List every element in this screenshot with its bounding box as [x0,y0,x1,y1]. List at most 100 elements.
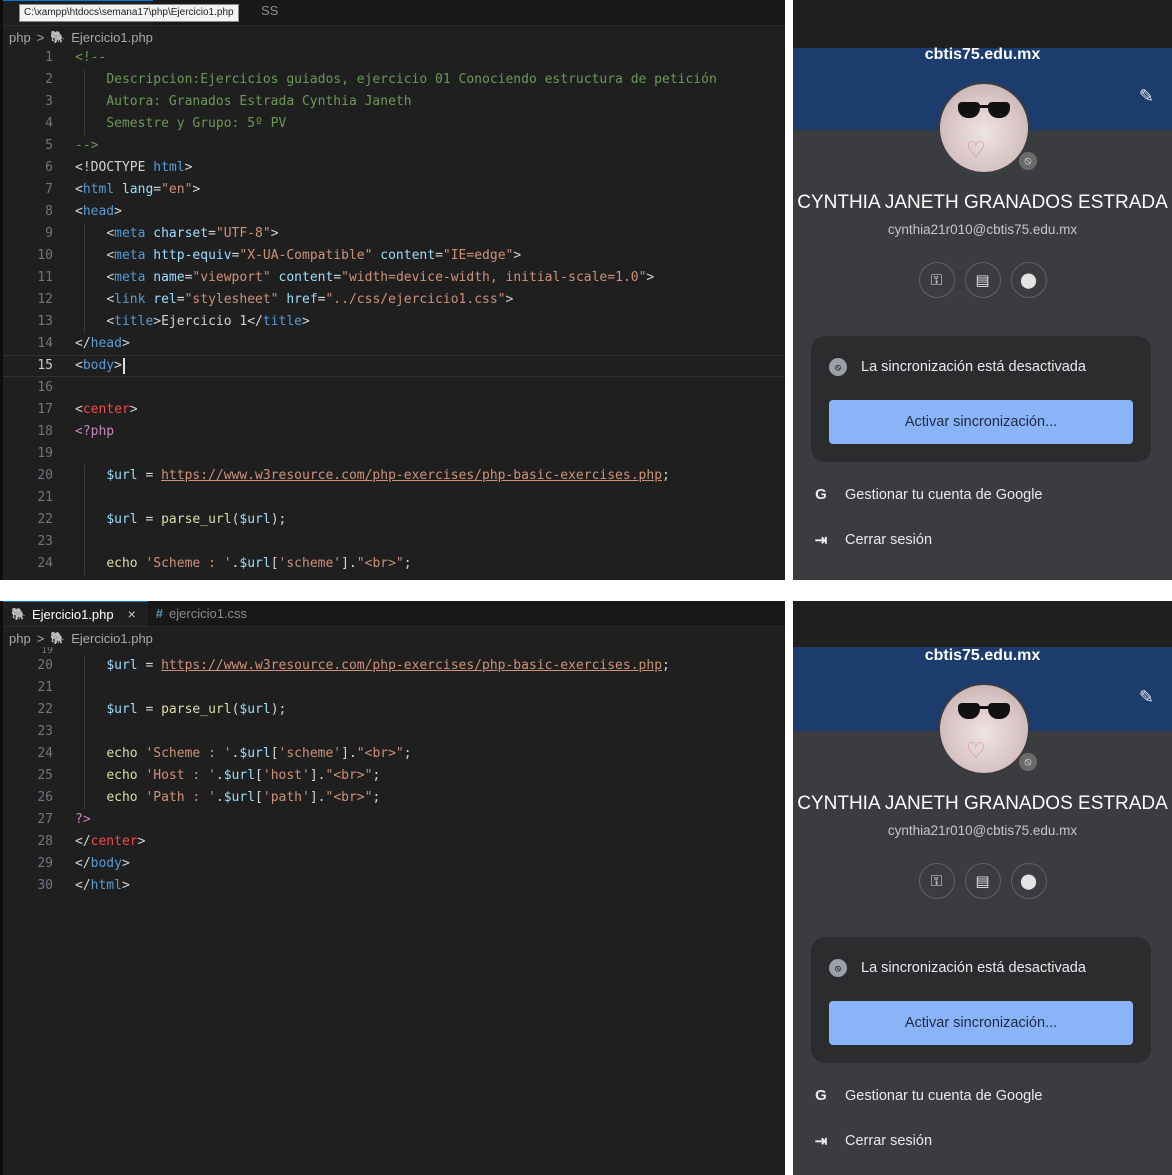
sync-off-badge-icon: ⦸ [1017,150,1039,172]
code-line: 28 </center> [37,834,146,849]
profile-shortcuts: ⚿ ▤ ⬤ [793,863,1172,899]
sync-card: ⦸ La sincronización está desactivada Act… [811,336,1151,462]
logout-item[interactable]: ⇥ Cerrar sesión [813,531,932,549]
code-line: 27 ?> [37,812,91,827]
code-line: 26 echo 'Path : '.$url['path']."<br>"; [3,787,785,809]
code-line: 24 echo 'Scheme : '.$url['scheme']."<br>… [3,553,785,575]
key-icon[interactable]: ⚿ [918,863,955,899]
tab-ejercicio1-css[interactable]: # ejercicio1.css [147,601,260,626]
sunglasses-graphic [958,102,1010,120]
location-pin-icon[interactable]: ⬤ [1010,262,1047,298]
code-line: 23 [3,531,785,553]
code-line: 21 [3,677,785,699]
profile-domain: cbtis75.edu.mx [924,46,1041,63]
sunglasses-graphic [958,703,1010,721]
location-pin-icon[interactable]: ⬤ [1010,863,1047,899]
code-line-current: 15 <body> [3,355,785,377]
text-caret [122,357,125,374]
code-line: 13 <title>Ejercicio 1</title> [3,311,785,333]
code-line: 30 </html> [37,878,130,893]
sync-off-badge-icon: ⦸ [1017,751,1039,773]
sync-status: ⦸ La sincronización está desactivada [829,959,1086,977]
code-line: 22 $url = parse_url($url); [3,509,785,531]
google-g-icon: G [815,1087,827,1104]
code-line: 19 [37,446,53,461]
code-line: 18 <?php [37,424,115,439]
sync-off-icon: ⦸ [829,358,847,376]
file-path-tooltip: C:\xampp\htdocs\semana17\php\Ejercicio1.… [19,4,239,22]
breadcrumb-separator: > [36,630,45,646]
logout-label: Cerrar sesión [845,532,933,548]
code-line: 7 <html lang="en"> [45,182,201,197]
tab-label: ejercicio1.css [169,606,248,621]
edit-pencil-icon[interactable]: ✎ [1139,687,1154,708]
logout-label: Cerrar sesión [845,1133,933,1149]
activate-sync-button[interactable]: Activar sincronización... [829,400,1133,444]
tab-ejercicio1-css-partial[interactable]: SS [261,3,278,18]
logout-item[interactable]: ⇥ Cerrar sesión [813,1132,932,1150]
editor-tab-bar: 🐘 Ejercicio1.php × # ejercicio1.css [3,601,785,627]
breadcrumb-folder[interactable]: php [9,30,31,45]
code-line: 17 <center> [37,402,138,417]
payment-card-icon[interactable]: ▤ [964,262,1001,298]
sync-status: ⦸ La sincronización está desactivada [829,358,1086,376]
breadcrumb: php > 🐘 Ejercicio1.php [3,627,785,649]
breadcrumb-folder[interactable]: php [9,631,31,646]
manage-google-account-item[interactable]: G Gestionar tu cuenta de Google [813,486,1043,503]
code-line: 8 <head> [45,204,122,219]
code-editor[interactable]: 🐘 Ejercicio1.php × # ejercicio1.css php … [0,601,785,1175]
code-line: 20 $url = https://www.w3resource.com/php… [3,465,785,487]
php-file-icon: 🐘 [50,631,66,645]
code-line: 3 Autora: Granados Estrada Cynthia Janet… [3,91,785,113]
code-line: 24 echo 'Scheme : '.$url['scheme']."<br>… [3,743,785,765]
tab-ejercicio1-php[interactable]: 🐘 Ejercicio1.php × [3,601,148,626]
profile-name: CYNTHIA JANETH GRANADOS ESTRADA [797,192,1168,213]
manage-account-label: Gestionar tu cuenta de Google [845,1087,1043,1104]
code-line: 14 </head> [37,336,130,351]
code-line: 6 <!DOCTYPE html> [45,160,193,175]
code-line: 29 </body> [37,856,130,871]
code-line: 4 Semestre y Grupo: 5º PV [3,113,785,135]
profile-domain: cbtis75.edu.mx [924,647,1041,664]
code-editor[interactable]: C:\xampp\htdocs\semana17\php\Ejercicio1.… [0,0,785,580]
code-line: 20 $url = https://www.w3resource.com/php… [3,655,785,677]
activate-sync-button[interactable]: Activar sincronización... [829,1001,1133,1045]
edit-pencil-icon[interactable]: ✎ [1139,86,1154,107]
heart-hands-graphic: ♡ [966,138,986,163]
key-icon[interactable]: ⚿ [918,262,955,298]
breadcrumb-file[interactable]: Ejercicio1.php [71,30,153,45]
php-file-icon: 🐘 [11,607,26,621]
google-g-icon: G [815,486,827,503]
screenshot-bottom: 🐘 Ejercicio1.php × # ejercicio1.css php … [0,601,1172,1175]
code-line: 23 [3,721,785,743]
sync-off-icon: ⦸ [829,959,847,977]
breadcrumb-file[interactable]: Ejercicio1.php [71,631,153,646]
manage-google-account-item[interactable]: G Gestionar tu cuenta de Google [813,1087,1043,1104]
logout-icon: ⇥ [814,1133,828,1150]
profile-email: cynthia21r010@cbtis75.edu.mx [887,222,1078,237]
code-area[interactable]: 1 <!-- 2 Descripcion:Ejercicios guiados, … [3,47,785,575]
sync-status-text: La sincronización está desactivada [861,359,1086,375]
code-line: 2 Descripcion:Ejercicios guiados, ejerci… [3,69,785,91]
profile-name: CYNTHIA JANETH GRANADOS ESTRADA [797,793,1168,814]
code-line: 11 <meta name="viewport" content="width=… [3,267,785,289]
code-line: 25 echo 'Host : '.$url['host']."<br>"; [3,765,785,787]
breadcrumb: php > 🐘 Ejercicio1.php [3,26,785,48]
screenshot-top: C:\xampp\htdocs\semana17\php\Ejercicio1.… [0,0,1172,580]
code-line: 10 <meta http-equiv="X-UA-Compatible" co… [3,245,785,267]
profile-email: cynthia21r010@cbtis75.edu.mx [887,823,1078,838]
code-line: 5 --> [45,138,99,153]
close-icon[interactable]: × [128,606,136,622]
code-line: 12 <link rel="stylesheet" href="../css/e… [3,289,785,311]
code-line: 9 <meta charset="UTF-8"> [3,223,785,245]
code-line-partial: 19 [40,647,53,655]
php-file-icon: 🐘 [50,30,66,44]
payment-card-icon[interactable]: ▤ [964,863,1001,899]
code-line: 21 [3,487,785,509]
code-line: 16 [37,380,53,395]
tab-label: Ejercicio1.php [31,606,114,622]
code-area[interactable]: 19 20 $url = https://www.w3resource.com/… [3,647,785,897]
breadcrumb-separator: > [36,29,45,45]
manage-account-label: Gestionar tu cuenta de Google [845,486,1043,503]
css-file-icon: # [155,606,164,621]
